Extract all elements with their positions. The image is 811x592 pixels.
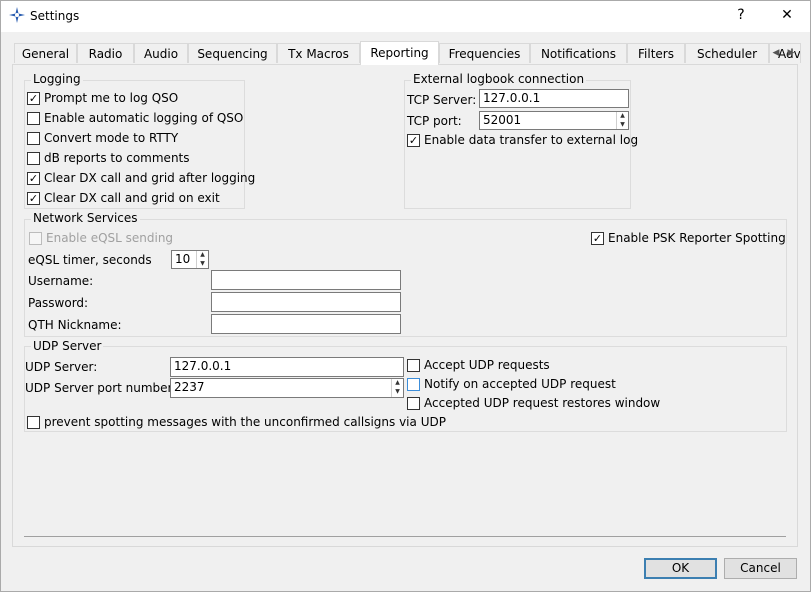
auto-logging-label: Enable automatic logging of QSO [44, 111, 244, 125]
spin-down-icon[interactable]: ▼ [197, 260, 208, 269]
accept-udp-label: Accept UDP requests [424, 358, 550, 372]
udp-server-label: UDP Server: [25, 360, 98, 374]
eqsl-timer-spin-buttons[interactable]: ▲ ▼ [196, 251, 208, 268]
enable-external-log-checkbox[interactable]: ✓ [407, 134, 420, 147]
bottom-separator [24, 536, 786, 537]
close-button[interactable]: ✕ [765, 0, 809, 32]
restore-window-checkbox[interactable] [407, 397, 420, 410]
prevent-spotting-checkbox[interactable] [27, 416, 40, 429]
spin-up-icon[interactable]: ▲ [197, 251, 208, 260]
udp-server-input[interactable]: 127.0.0.1 [170, 357, 404, 377]
eqsl-timer-spinbox[interactable]: 10 ▲ ▼ [171, 250, 209, 269]
clear-on-exit-checkbox[interactable]: ✓ [27, 192, 40, 205]
tab-scroll-left-icon[interactable]: ◀ [769, 45, 783, 61]
spin-down-icon[interactable]: ▼ [392, 388, 403, 397]
notify-udp-label: Notify on accepted UDP request [424, 377, 616, 391]
auto-logging-checkbox[interactable] [27, 112, 40, 125]
qth-nickname-label: QTH Nickname: [28, 318, 122, 332]
tab-tx-macros[interactable]: Tx Macros [277, 43, 360, 63]
password-input[interactable] [211, 292, 401, 312]
network-services-legend: Network Services [31, 211, 140, 225]
tab-sequencing[interactable]: Sequencing [188, 43, 277, 63]
psk-reporter-checkbox[interactable]: ✓ [591, 232, 604, 245]
help-button[interactable]: ? [719, 0, 763, 32]
tcp-server-input[interactable]: 127.0.0.1 [479, 89, 629, 108]
restore-window-label: Accepted UDP request restores window [424, 396, 661, 410]
window-title: Settings [30, 9, 80, 23]
tcp-server-label: TCP Server: [407, 93, 477, 107]
udp-port-label: UDP Server port number: [25, 381, 177, 395]
clear-after-logging-checkbox[interactable]: ✓ [27, 172, 40, 185]
spin-up-icon[interactable]: ▲ [392, 379, 403, 388]
tab-notifications[interactable]: Notifications [530, 43, 627, 63]
tab-general[interactable]: General [14, 43, 77, 63]
username-input[interactable] [211, 270, 401, 290]
spin-up-icon[interactable]: ▲ [617, 112, 628, 121]
reporting-page: Logging ✓ Prompt me to log QSO Enable au… [12, 64, 798, 547]
username-label: Username: [28, 274, 94, 288]
password-label: Password: [28, 296, 89, 310]
tab-scroll-right-icon[interactable]: ▶ [784, 45, 798, 61]
tcp-port-spinbox[interactable]: 52001 ▲ ▼ [479, 111, 629, 130]
notify-udp-checkbox[interactable] [407, 378, 420, 391]
tcp-port-label: TCP port: [407, 114, 462, 128]
enable-external-log-label: Enable data transfer to external log [424, 133, 639, 147]
tcp-port-spin-buttons[interactable]: ▲ ▼ [616, 112, 628, 129]
tab-reporting[interactable]: Reporting [360, 41, 439, 65]
tab-filters[interactable]: Filters [627, 43, 685, 63]
tab-radio[interactable]: Radio [77, 43, 134, 63]
spin-down-icon[interactable]: ▼ [617, 121, 628, 130]
eqsl-timer-value: 10 [175, 252, 191, 266]
tcp-port-value: 52001 [483, 113, 522, 127]
eqsl-sending-label: Enable eQSL sending [46, 231, 174, 245]
tab-audio[interactable]: Audio [134, 43, 188, 63]
udp-port-value: 2237 [174, 380, 205, 394]
udp-port-spinbox[interactable]: 2237 ▲ ▼ [170, 378, 404, 398]
db-reports-label: dB reports to comments [44, 151, 190, 165]
db-reports-checkbox[interactable] [27, 152, 40, 165]
prompt-log-qso-label: Prompt me to log QSO [44, 91, 179, 105]
app-star-icon [9, 7, 25, 23]
prevent-spotting-label: prevent spotting messages with the uncon… [44, 415, 446, 429]
eqsl-sending-checkbox[interactable] [29, 232, 42, 245]
udp-port-spin-buttons[interactable]: ▲ ▼ [391, 379, 403, 397]
accept-udp-checkbox[interactable] [407, 359, 420, 372]
cancel-button[interactable]: Cancel [724, 558, 797, 579]
external-logbook-legend: External logbook connection [411, 72, 587, 86]
logging-legend: Logging [31, 72, 83, 86]
udp-server-legend: UDP Server [31, 339, 104, 353]
convert-rtty-label: Convert mode to RTTY [44, 131, 179, 145]
eqsl-timer-label: eQSL timer, seconds [28, 253, 152, 267]
clear-on-exit-label: Clear DX call and grid on exit [44, 191, 220, 205]
clear-after-logging-label: Clear DX call and grid after logging [44, 171, 256, 185]
psk-reporter-label: Enable PSK Reporter Spotting [608, 231, 786, 245]
title-bar: Settings ? ✕ [0, 0, 811, 32]
tab-frequencies[interactable]: Frequencies [439, 43, 530, 63]
prompt-log-qso-checkbox[interactable]: ✓ [27, 92, 40, 105]
tab-scheduler[interactable]: Scheduler [685, 43, 769, 63]
convert-rtty-checkbox[interactable] [27, 132, 40, 145]
ok-button[interactable]: OK [644, 558, 717, 579]
qth-nickname-input[interactable] [211, 314, 401, 334]
